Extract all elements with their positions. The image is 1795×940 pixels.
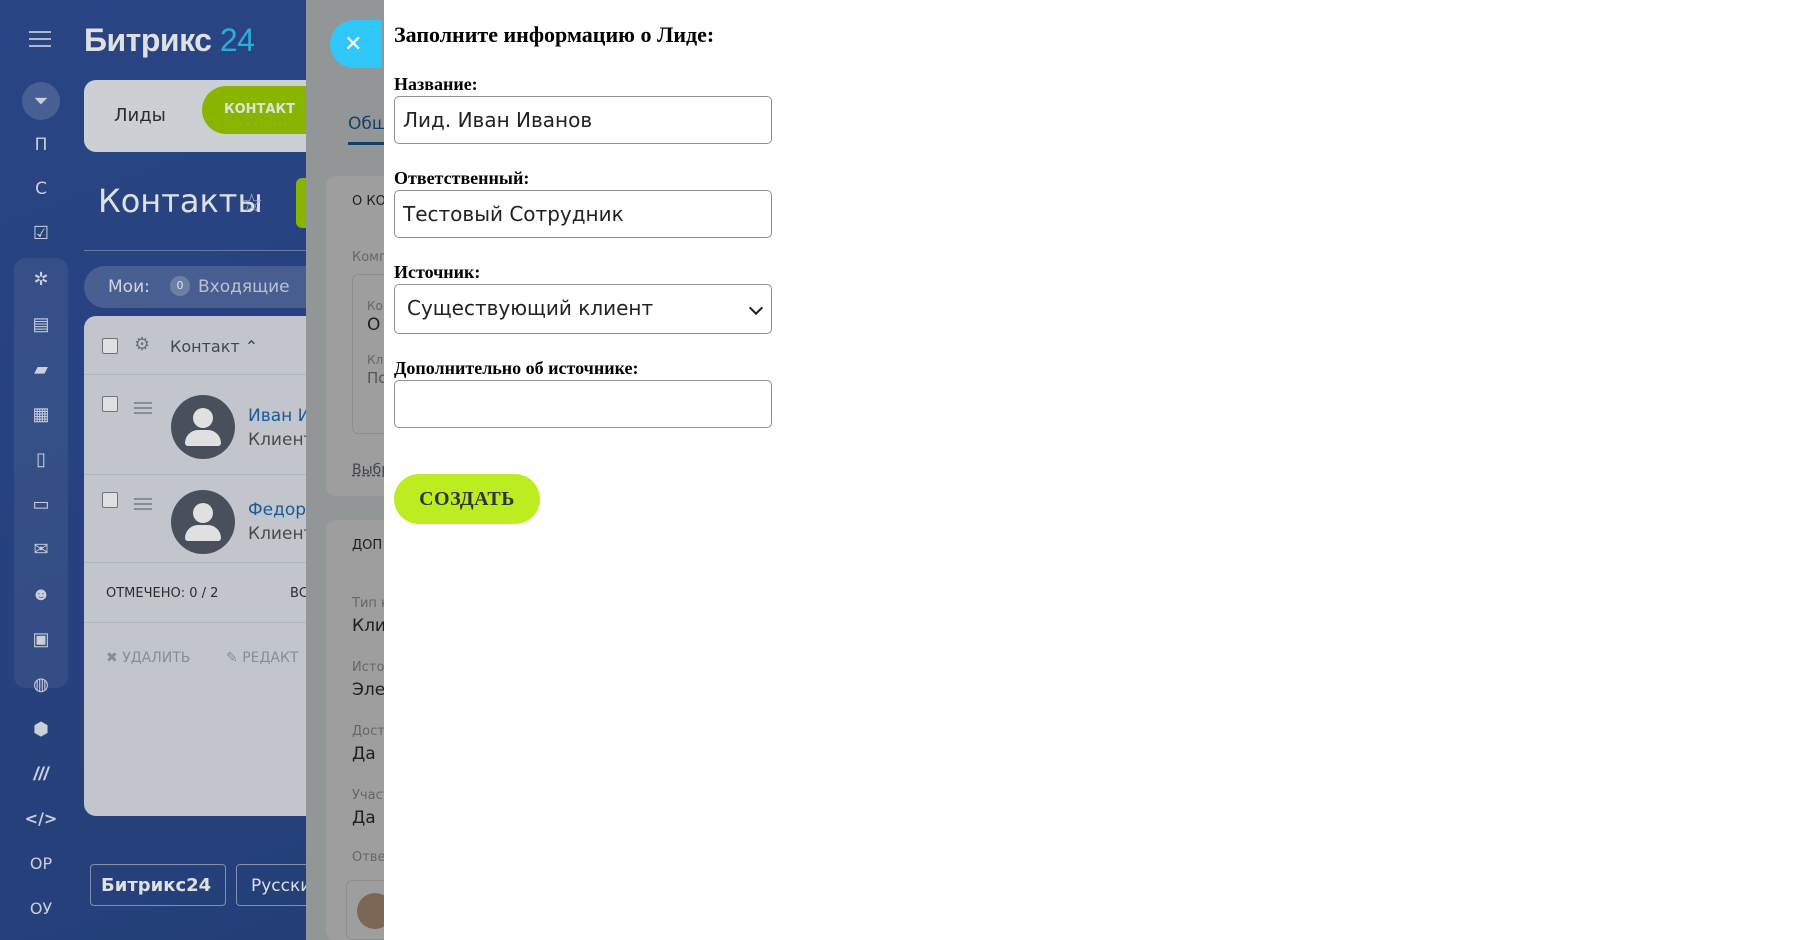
source-selected-value: Существующий клиент — [407, 296, 654, 320]
name-label: Название: — [394, 74, 478, 94]
name-input[interactable] — [394, 96, 772, 144]
source-extra-label: Дополнительно об источнике: — [394, 358, 639, 378]
responsible-input[interactable] — [394, 190, 772, 238]
responsible-label: Ответственный: — [394, 168, 530, 188]
chevron-down-icon — [748, 300, 764, 316]
slider-dim-overlay — [306, 0, 384, 940]
page-dim-overlay — [0, 0, 306, 940]
close-slider-button[interactable]: ✕ — [330, 20, 382, 68]
source-extra-input[interactable] — [394, 380, 772, 428]
create-button[interactable]: СОЗДАТЬ — [394, 474, 540, 524]
lead-form: Заполните информацию о Лиде: Название: О… — [384, 0, 1795, 940]
source-label: Источник: — [394, 262, 481, 282]
form-heading: Заполните информацию о Лиде: — [394, 22, 715, 47]
source-select[interactable]: Существующий клиент — [394, 284, 772, 334]
close-icon: ✕ — [344, 31, 363, 56]
